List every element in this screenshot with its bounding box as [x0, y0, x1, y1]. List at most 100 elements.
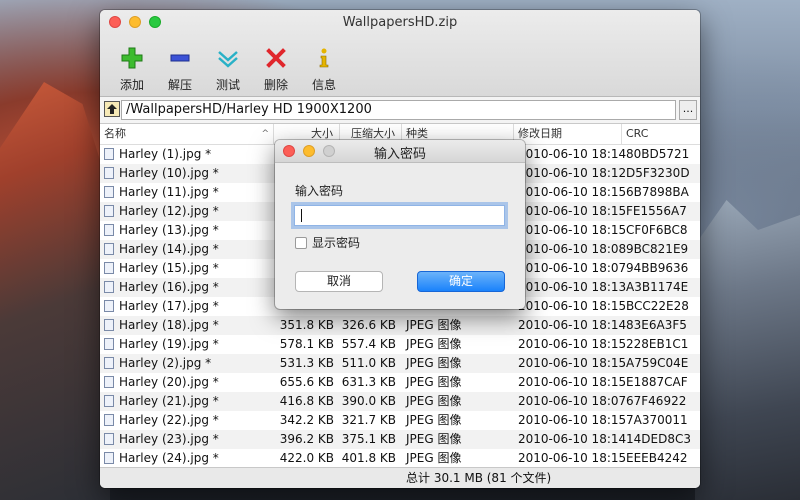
- cell-text: JPEG 图像: [406, 337, 462, 351]
- cell-type: JPEG 图像: [406, 392, 514, 411]
- cell-name: Harley (16).jpg *: [104, 278, 274, 297]
- table-row[interactable]: Harley (21).jpg * 416.8 KB 390.0 KB JPEG 图像…: [100, 392, 700, 411]
- cell-text: 2010-06-10 18:07: [518, 394, 627, 408]
- cell-text: Harley (14).jpg *: [119, 242, 219, 256]
- cell-text: JPEG 图像: [406, 432, 462, 446]
- cell-size: 655.6 KB: [274, 373, 334, 392]
- parent-folder-button[interactable]: [104, 101, 120, 117]
- cell-text: 511.0 KB: [341, 356, 396, 370]
- cell-text: 326.6 KB: [341, 318, 396, 332]
- show-password-label[interactable]: 显示密码: [312, 234, 360, 251]
- cell-text: CF0F6BC8: [626, 223, 688, 237]
- column-header-crc[interactable]: CRC: [622, 124, 700, 144]
- cell-text: Harley (1).jpg *: [119, 147, 212, 161]
- cell-text: 2010-06-10 18:12: [518, 166, 627, 180]
- file-icon: [104, 414, 114, 426]
- file-icon: [104, 186, 114, 198]
- path-field[interactable]: /WallpapersHD/Harley HD 1900X1200: [121, 100, 676, 120]
- delete-button[interactable]: 删除: [252, 46, 300, 93]
- file-icon: [104, 452, 114, 464]
- cell-text: 2010-06-10 18:14: [518, 318, 627, 332]
- cell-name: Harley (17).jpg *: [104, 297, 274, 316]
- cell-text: Harley (11).jpg *: [119, 185, 219, 199]
- cell-name: Harley (15).jpg *: [104, 259, 274, 278]
- info-button[interactable]: 信息: [300, 46, 348, 93]
- cell-type: JPEG 图像: [406, 335, 514, 354]
- cell-text: 2010-06-10 18:07: [518, 261, 627, 275]
- cell-name: Harley (12).jpg *: [104, 202, 274, 221]
- cell-text: 9BC821E9: [626, 242, 689, 256]
- window-titlebar[interactable]: WallpapersHD.zip 添加 解压 测试 删除 信息: [100, 10, 700, 97]
- table-row[interactable]: Harley (20).jpg * 655.6 KB 631.3 KB JPEG 图像…: [100, 373, 700, 392]
- file-icon: [104, 205, 114, 217]
- cell-modified: 2010-06-10 18:12: [518, 164, 626, 183]
- cell-name: Harley (23).jpg *: [104, 430, 274, 449]
- table-row[interactable]: Harley (19).jpg * 578.1 KB 557.4 KB JPEG 图像…: [100, 335, 700, 354]
- table-row[interactable]: Harley (2).jpg * 531.3 KB 511.0 KB JPEG 图像 2…: [100, 354, 700, 373]
- info-label: 信息: [311, 78, 336, 92]
- ok-button[interactable]: 确定: [417, 271, 505, 292]
- show-password-row[interactable]: 显示密码: [295, 234, 360, 251]
- column-header-name[interactable]: 名称 ^: [100, 124, 274, 144]
- table-row[interactable]: Harley (18).jpg * 351.8 KB 326.6 KB JPEG 图像…: [100, 316, 700, 335]
- dialog-titlebar[interactable]: 输入密码: [275, 140, 525, 163]
- file-icon: [104, 224, 114, 236]
- cell-text: 2010-06-10 18:15: [518, 223, 627, 237]
- show-password-checkbox[interactable]: [295, 236, 307, 249]
- test-button[interactable]: 测试: [204, 46, 252, 93]
- cell-text: 2010-06-10 18:15: [518, 204, 627, 218]
- status-bar: 总计 30.1 MB (81 个文件): [100, 467, 700, 488]
- cell-modified: 2010-06-10 18:15: [518, 411, 626, 430]
- cancel-button[interactable]: 取消: [295, 271, 383, 292]
- cell-packed: 511.0 KB: [340, 354, 396, 373]
- cell-modified: 2010-06-10 18:15: [518, 354, 626, 373]
- add-button[interactable]: 添加: [108, 46, 156, 93]
- cell-size: 578.1 KB: [274, 335, 334, 354]
- table-row[interactable]: Harley (24).jpg * 422.0 KB 401.8 KB JPEG 图像…: [100, 449, 700, 468]
- cell-text: 2010-06-10 18:08: [518, 242, 627, 256]
- file-icon: [104, 338, 114, 350]
- cell-text: 396.2 KB: [279, 432, 334, 446]
- desktop-wallpaper-right: [695, 200, 800, 500]
- path-more-button[interactable]: ...: [679, 100, 697, 120]
- cell-type: JPEG 图像: [406, 430, 514, 449]
- cell-text: Harley (21).jpg *: [119, 394, 219, 408]
- cell-text: JPEG 图像: [406, 375, 462, 389]
- cell-size: 342.2 KB: [274, 411, 334, 430]
- table-row[interactable]: Harley (22).jpg * 342.2 KB 321.7 KB JPEG 图像…: [100, 411, 700, 430]
- extract-button[interactable]: 解压: [156, 46, 204, 93]
- cell-type: JPEG 图像: [406, 354, 514, 373]
- desktop-wallpaper-left: [0, 82, 110, 500]
- cell-crc: 228EB1C1: [626, 335, 700, 354]
- cell-modified: 2010-06-10 18:15: [518, 183, 626, 202]
- cell-type: JPEG 图像: [406, 449, 514, 468]
- cell-text: 7A370011: [626, 413, 688, 427]
- test-icon: [216, 46, 240, 70]
- cell-text: 2010-06-10 18:15: [518, 413, 627, 427]
- cell-text: 80BD5721: [626, 147, 690, 161]
- cell-crc: BCC22E28: [626, 297, 700, 316]
- cell-type: JPEG 图像: [406, 411, 514, 430]
- cell-text: JPEG 图像: [406, 413, 462, 427]
- file-icon: [104, 300, 114, 312]
- password-prompt: 输入密码: [295, 184, 344, 198]
- cell-crc: E1887CAF: [626, 373, 700, 392]
- table-row[interactable]: Harley (23).jpg * 396.2 KB 375.1 KB JPEG 图像…: [100, 430, 700, 449]
- cell-name: Harley (20).jpg *: [104, 373, 274, 392]
- cell-size: 531.3 KB: [274, 354, 334, 373]
- cell-crc: 9BC821E9: [626, 240, 700, 259]
- sort-ascending-icon: ^: [261, 129, 269, 139]
- cell-name: Harley (19).jpg *: [104, 335, 274, 354]
- cell-type: JPEG 图像: [406, 373, 514, 392]
- cell-crc: 14DED8C3: [626, 430, 700, 449]
- cell-name: Harley (1).jpg *: [104, 145, 274, 164]
- cell-modified: 2010-06-10 18:14: [518, 145, 626, 164]
- file-icon: [104, 376, 114, 388]
- cell-text: 351.8 KB: [279, 318, 334, 332]
- password-input[interactable]: [294, 205, 505, 226]
- cell-text: 531.3 KB: [279, 356, 334, 370]
- add-label: 添加: [119, 78, 144, 92]
- column-header-modified[interactable]: 修改日期: [514, 124, 622, 144]
- cell-modified: 2010-06-10 18:15: [518, 373, 626, 392]
- status-summary: 总计 30.1 MB (81 个文件): [406, 471, 552, 485]
